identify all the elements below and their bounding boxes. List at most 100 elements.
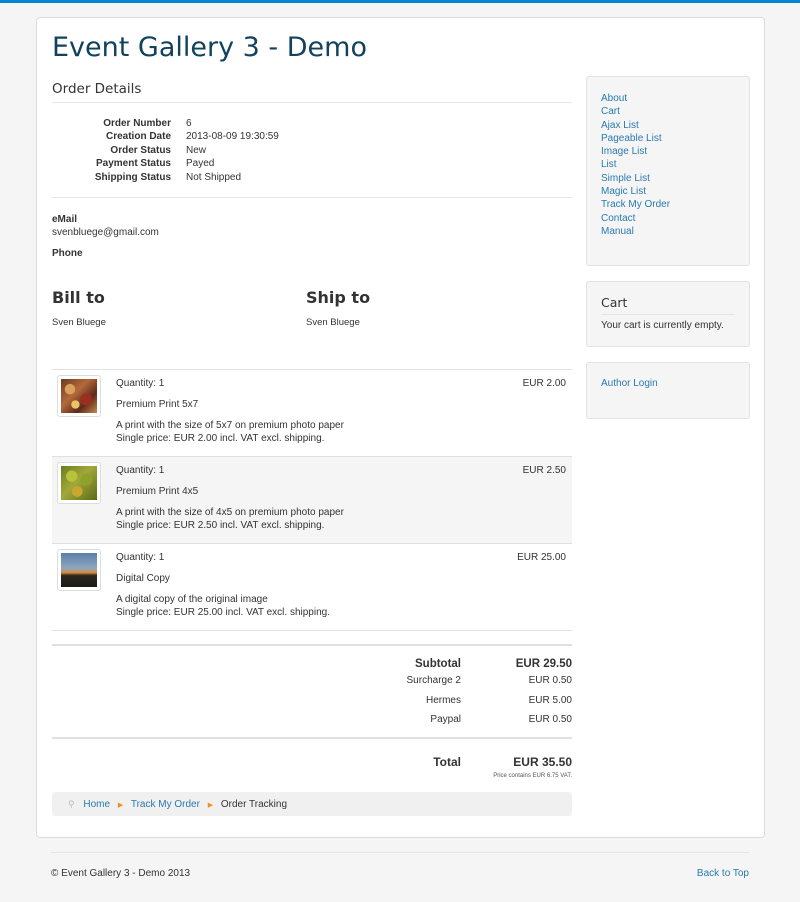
phone-label: Phone <box>52 248 83 259</box>
menu-item-ajax-list[interactable]: Ajax List <box>601 119 735 132</box>
divider <box>52 197 572 198</box>
item-image <box>61 553 97 587</box>
item-single-price: Single price: EUR 2.00 incl. VAT excl. s… <box>116 433 325 444</box>
total-value: EUR 35.50 <box>513 755 572 769</box>
menu-item-image-list[interactable]: Image List <box>601 145 735 158</box>
item-quantity: Quantity: 1 <box>116 465 165 476</box>
order-status-row: Order Status New <box>52 144 292 157</box>
item-description: A print with the size of 4x5 on premium … <box>116 506 344 532</box>
email-value: svenbluege@gmail.com <box>52 227 159 238</box>
triangle-right-icon: ▶ <box>117 802 124 809</box>
payment-status-value: Payed <box>186 158 215 170</box>
footer-divider <box>51 852 749 853</box>
contact-info: eMail svenbluege@gmail.com Phone <box>52 213 159 260</box>
back-to-top-link[interactable]: Back to Top <box>697 868 749 879</box>
item-image <box>61 466 97 500</box>
item-thumbnail[interactable] <box>57 375 101 417</box>
item-desc-line: A print with the size of 5x7 on premium … <box>116 420 344 431</box>
menu-item-pageable-list[interactable]: Pageable List <box>601 132 735 145</box>
creation-date-row: Creation Date 2013-08-09 19:30:59 <box>52 130 292 143</box>
menu-item-simple-list[interactable]: Simple List <box>601 172 735 185</box>
order-item: Quantity: 1 Digital Copy A digital copy … <box>52 544 572 631</box>
fee-label: Hermes <box>425 694 461 706</box>
email-label: eMail <box>52 214 78 225</box>
bill-to-heading: Bill to <box>52 288 105 307</box>
subtotal-row: Subtotal EUR 29.50 <box>52 646 572 670</box>
fee-row: Paypal EUR 0.50 <box>52 709 572 729</box>
menu-item-contact[interactable]: Contact <box>601 212 735 225</box>
order-number-row: Order Number 6 <box>52 117 292 130</box>
fee-value: EUR 0.50 <box>528 675 572 686</box>
item-thumbnail[interactable] <box>57 549 101 591</box>
order-items: Quantity: 1 Premium Print 5x7 A print wi… <box>52 369 572 631</box>
payment-status-label: Payment Status <box>95 158 171 170</box>
fee-value: EUR 5.00 <box>528 694 572 706</box>
author-login-link[interactable]: Author Login <box>601 378 658 389</box>
bill-to-name: Sven Bluege <box>52 317 106 328</box>
order-item: Quantity: 1 Premium Print 5x7 A print wi… <box>52 370 572 457</box>
order-details: Order Number 6 Creation Date 2013-08-09 … <box>52 117 292 184</box>
menu-item-about[interactable]: About <box>601 92 735 105</box>
site-title[interactable]: Event Gallery 3 - Demo <box>52 32 367 63</box>
item-image <box>61 379 97 413</box>
author-login-widget: Author Login <box>586 362 750 419</box>
payment-status-row: Payment Status Payed <box>52 157 292 170</box>
item-desc-line: A print with the size of 4x5 on premium … <box>116 507 344 518</box>
fee-label: Paypal <box>430 714 461 725</box>
bill-to: Bill to Sven Bluege <box>52 288 106 328</box>
shipping-status-row: Shipping Status Not Shipped <box>52 171 292 184</box>
cart-widget: Cart Your cart is currently empty. <box>586 281 750 347</box>
breadcrumb-track-my-order[interactable]: Track My Order <box>131 799 200 810</box>
item-single-price: Single price: EUR 2.50 incl. VAT excl. s… <box>116 520 325 531</box>
map-pin-icon: ⚲ <box>68 799 75 809</box>
cart-heading: Cart <box>601 295 735 315</box>
triangle-right-icon: ▶ <box>207 802 214 809</box>
item-thumbnail[interactable] <box>57 462 101 504</box>
shipping-status-value: Not Shipped <box>186 171 242 183</box>
menu-item-list[interactable]: List <box>601 158 735 171</box>
order-status-value: New <box>186 144 207 156</box>
item-price: EUR 25.00 <box>517 552 566 563</box>
ship-to-heading: Ship to <box>306 288 371 307</box>
item-price: EUR 2.00 <box>522 378 566 389</box>
vat-note: Price contains EUR 6.75 VAT. <box>493 773 572 779</box>
fee-row: Hermes EUR 5.00 <box>52 690 572 710</box>
main-container: Event Gallery 3 - Demo Order Details Ord… <box>36 17 765 838</box>
shipping-status-label: Shipping Status <box>94 171 171 183</box>
order-totals: Subtotal EUR 29.50 Surcharge 2 EUR 0.50 … <box>52 644 572 729</box>
item-desc-line: A digital copy of the original image <box>116 594 268 605</box>
menu-item-magic-list[interactable]: Magic List <box>601 185 735 198</box>
item-single-price: Single price: EUR 25.00 incl. VAT excl. … <box>116 607 330 618</box>
fee-label: Surcharge 2 <box>406 675 461 686</box>
ship-to-name: Sven Bluege <box>306 317 360 328</box>
order-number-label: Order Number <box>103 118 171 129</box>
footer-copyright: © Event Gallery 3 - Demo 2013 <box>51 868 191 879</box>
total-label: Total <box>433 755 461 769</box>
menu-item-manual[interactable]: Manual <box>601 225 735 238</box>
item-quantity: Quantity: 1 <box>116 552 165 563</box>
page-header: Order Details <box>52 81 572 103</box>
creation-date-label: Creation Date <box>105 131 171 143</box>
page-title: Order Details <box>52 81 142 97</box>
sidebar-menu: About Cart Ajax List Pageable List Image… <box>586 76 750 266</box>
item-price: EUR 2.50 <box>522 465 566 476</box>
menu-item-cart[interactable]: Cart <box>601 105 735 118</box>
item-description: A print with the size of 5x7 on premium … <box>116 419 344 445</box>
breadcrumb-current: Order Tracking <box>220 799 288 810</box>
fee-value: EUR 0.50 <box>528 714 572 725</box>
item-description: A digital copy of the original image Sin… <box>116 593 330 619</box>
breadcrumb: ⚲ Home ▶ Track My Order ▶ Order Tracking <box>52 792 572 816</box>
top-accent-bar <box>0 0 800 3</box>
creation-date-value: 2013-08-09 19:30:59 <box>186 131 279 143</box>
item-name: Premium Print 5x7 <box>116 399 199 410</box>
item-quantity: Quantity: 1 <box>116 378 165 389</box>
subtotal-label: Subtotal <box>415 658 461 670</box>
order-status-label: Order Status <box>110 144 171 156</box>
subtotal-value: EUR 29.50 <box>515 658 572 670</box>
order-item: Quantity: 1 Premium Print 4x5 A print wi… <box>52 457 572 544</box>
menu-item-track-my-order[interactable]: Track My Order <box>601 198 735 211</box>
fee-row: Surcharge 2 EUR 0.50 <box>52 670 572 690</box>
item-name: Digital Copy <box>116 573 170 584</box>
breadcrumb-home[interactable]: Home <box>83 799 110 810</box>
item-name: Premium Print 4x5 <box>116 486 199 497</box>
